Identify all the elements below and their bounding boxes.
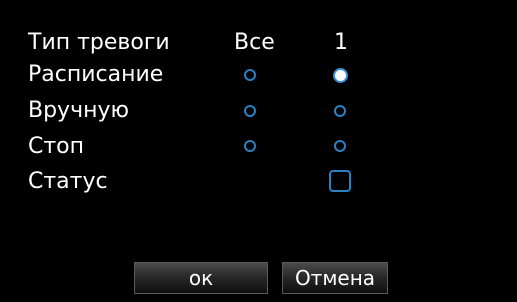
radio-schedule-all[interactable] bbox=[244, 69, 256, 81]
status-label: Статус bbox=[28, 169, 108, 194]
radio-stop-channel-1[interactable] bbox=[334, 140, 346, 152]
ok-button[interactable]: ок bbox=[134, 262, 268, 294]
cancel-button[interactable]: Отмена bbox=[282, 262, 388, 294]
alarm-type-label: Тип тревоги bbox=[28, 30, 170, 55]
radio-manual-all[interactable] bbox=[244, 105, 256, 117]
alarm-dialog: Тип тревоги Все 1 Расписание Вручную Сто… bbox=[0, 0, 517, 302]
row-label-schedule: Расписание bbox=[28, 62, 164, 87]
column-header-all: Все bbox=[234, 30, 275, 55]
row-label-manual: Вручную bbox=[28, 98, 129, 123]
column-header-channel-1: 1 bbox=[334, 30, 348, 55]
radio-manual-channel-1[interactable] bbox=[334, 105, 346, 117]
radio-schedule-channel-1[interactable] bbox=[333, 68, 348, 83]
row-label-stop: Стоп bbox=[28, 134, 85, 159]
status-checkbox[interactable] bbox=[329, 170, 351, 192]
radio-stop-all[interactable] bbox=[244, 140, 256, 152]
